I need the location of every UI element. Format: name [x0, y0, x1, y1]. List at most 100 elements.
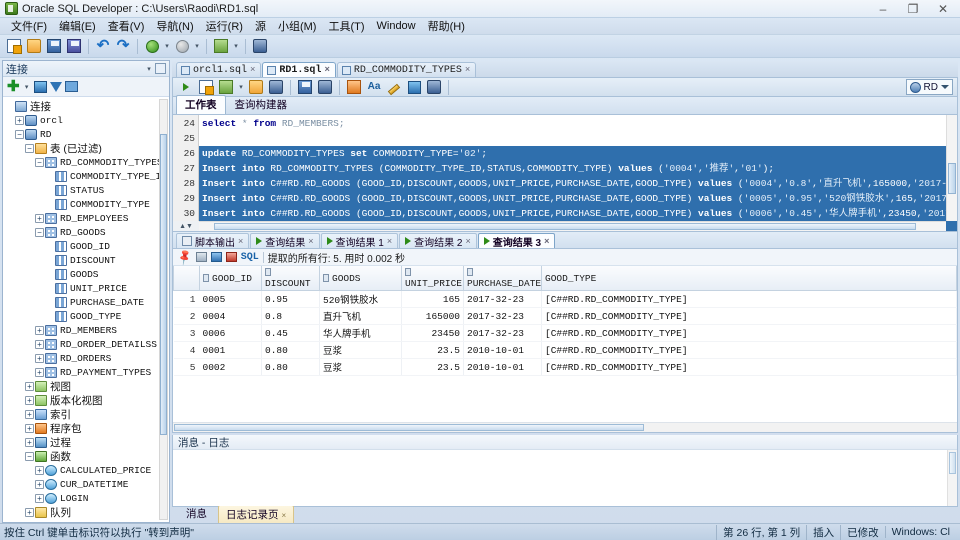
menu-view[interactable]: 查看(V): [102, 17, 151, 35]
collapse-icon[interactable]: −: [25, 143, 34, 153]
editor-scroll-arrows[interactable]: ▲▼: [173, 221, 199, 231]
maximize-button[interactable]: ❐: [898, 0, 928, 17]
table-row[interactable]: 4 0001 0.80 豆浆 23.5 2010-10-01 [C##RD.RD_COMMO…: [173, 341, 957, 359]
connection-selector[interactable]: RD: [905, 79, 953, 95]
tree-item[interactable]: + 索引: [5, 407, 169, 421]
find-button[interactable]: [251, 37, 269, 55]
tree-item[interactable]: + 视图: [5, 379, 169, 393]
explain-plan-caret[interactable]: ▾: [237, 83, 245, 91]
tree-item[interactable]: + RD_PAYMENT_TYPES: [5, 365, 169, 379]
expand-icon[interactable]: +: [15, 115, 24, 125]
tree-item[interactable]: − RD_COMMODITY_TYPES: [5, 155, 169, 169]
close-button[interactable]: ✕: [928, 0, 958, 17]
editor-tab-close-icon[interactable]: ×: [250, 65, 255, 75]
filter-icon[interactable]: [49, 81, 62, 92]
column-header[interactable]: GOOD_ID: [199, 266, 262, 291]
code-line[interactable]: select * from RD_MEMBERS;: [199, 116, 957, 131]
editor-tab-close-icon[interactable]: ×: [465, 65, 470, 75]
tree-item[interactable]: 连接: [5, 99, 169, 113]
cell-goods[interactable]: 豆浆: [319, 358, 402, 376]
tree-item[interactable]: DISCOUNT: [5, 253, 169, 267]
results-tab-close-icon[interactable]: ×: [544, 236, 549, 246]
cell-goods[interactable]: 直升飞机: [319, 307, 402, 325]
expand-icon[interactable]: +: [25, 423, 34, 433]
unshared-worksheet-button[interactable]: [345, 78, 363, 96]
cell-unit-price[interactable]: 23.5: [401, 341, 464, 359]
tree-item[interactable]: + 程序包: [5, 421, 169, 435]
tree-item[interactable]: STATUS: [5, 183, 169, 197]
results-tab[interactable]: 查询结果 1 ×: [320, 233, 399, 249]
expand-icon[interactable]: +: [35, 367, 44, 377]
tree-item[interactable]: − 函数: [5, 449, 169, 463]
code-line[interactable]: Insert into C##RD.RD_GOODS (GOOD_ID,DISC…: [199, 176, 957, 191]
results-tab[interactable]: 脚本输出 ×: [176, 233, 250, 249]
collapse-icon[interactable]: −: [15, 129, 24, 139]
search-button[interactable]: [425, 78, 443, 96]
panel-float-icon[interactable]: [155, 63, 166, 74]
menu-help[interactable]: 帮助(H): [422, 17, 471, 35]
cell-unit-price[interactable]: 165: [401, 290, 464, 308]
export-icon[interactable]: [210, 252, 222, 262]
redo-button[interactable]: ↷: [114, 37, 132, 55]
tree-scrollbar[interactable]: [159, 99, 168, 520]
tree-item[interactable]: − RD_GOODS: [5, 225, 169, 239]
editor-vertical-scrollbar[interactable]: [946, 115, 957, 221]
code-line[interactable]: [199, 131, 957, 146]
stop-icon[interactable]: [225, 252, 237, 262]
results-tab-close-icon[interactable]: ×: [387, 236, 392, 246]
refresh-icon[interactable]: [33, 80, 47, 93]
menu-edit[interactable]: 编辑(E): [53, 17, 102, 35]
rollback-button[interactable]: [316, 78, 334, 96]
column-header[interactable]: GOOD_TYPE: [541, 266, 957, 291]
cell-good-type[interactable]: [C##RD.RD_COMMODITY_TYPE]: [541, 324, 957, 342]
expand-icon[interactable]: +: [25, 381, 34, 391]
tree-item[interactable]: + RD_EMPLOYEES: [5, 211, 169, 225]
cell-good-id[interactable]: 0005: [199, 290, 262, 308]
table-row[interactable]: 5 0002 0.80 豆浆 23.5 2010-10-01 [C##RD.RD_COMMO…: [173, 358, 957, 376]
panel-menu-icon[interactable]: ▾: [145, 65, 153, 73]
code-line[interactable]: Insert into C##RD.RD_GOODS (GOOD_ID,DISC…: [199, 191, 957, 206]
table-row[interactable]: 1 0005 0.95 520钢铁胶水 165 2017-32-23 [C##RD.RD_C…: [173, 290, 957, 308]
expand-icon[interactable]: +: [35, 213, 44, 223]
bottom-tab[interactable]: 消息: [178, 504, 215, 523]
menu-team[interactable]: 小组(M): [272, 17, 323, 35]
editor-tab[interactable]: RD_COMMODITY_TYPES ×: [336, 62, 477, 77]
tree-item[interactable]: + CUR_DATETIME: [5, 477, 169, 491]
code-line[interactable]: Insert into C##RD.RD_GOODS (GOOD_ID,DISC…: [199, 206, 957, 221]
cell-discount[interactable]: 0.95: [261, 290, 320, 308]
execute-statement-button[interactable]: [177, 78, 195, 96]
editor-horizontal-scrollbar[interactable]: [199, 221, 946, 231]
expand-icon[interactable]: +: [25, 395, 34, 405]
results-tab[interactable]: 查询结果 3 ×: [477, 233, 556, 249]
debug-button[interactable]: [212, 37, 230, 55]
cell-good-id[interactable]: 0006: [199, 324, 262, 342]
autotrace-button[interactable]: [247, 78, 265, 96]
tree-item[interactable]: UNIT_PRICE: [5, 281, 169, 295]
step-button[interactable]: [173, 37, 191, 55]
debug-dropdown-caret[interactable]: ▾: [232, 42, 240, 50]
worksheet-tab[interactable]: 查询构建器: [226, 95, 297, 114]
tree-item[interactable]: + 队列: [5, 505, 169, 519]
table-row[interactable]: 2 0004 0.8 直升飞机 165000 2017-32-23 [C##RD.RD_CO…: [173, 307, 957, 325]
table-row[interactable]: 3 0006 0.45 华人牌手机 23450 2017-32-23 [C##RD.RD_C…: [173, 324, 957, 342]
cell-good-type[interactable]: [C##RD.RD_COMMODITY_TYPE]: [541, 290, 957, 308]
run-button[interactable]: [143, 37, 161, 55]
editor-tab[interactable]: orcl1.sql ×: [176, 62, 262, 77]
connection-dropdown-caret[interactable]: [941, 85, 949, 89]
tree-item[interactable]: GOODS: [5, 267, 169, 281]
expand-icon[interactable]: +: [25, 409, 34, 419]
format-button[interactable]: [385, 78, 403, 96]
menu-file[interactable]: 文件(F): [5, 17, 53, 35]
minimize-button[interactable]: –: [868, 0, 898, 17]
cell-purchase-date[interactable]: 2017-32-23: [463, 290, 542, 308]
menu-tools[interactable]: 工具(T): [322, 17, 370, 35]
status-insert-mode[interactable]: 插入: [806, 524, 840, 540]
tree-item[interactable]: + RD_MEMBERS: [5, 323, 169, 337]
tree-item[interactable]: GOOD_ID: [5, 239, 169, 253]
save-button[interactable]: [45, 37, 63, 55]
cell-good-id[interactable]: 0002: [199, 358, 262, 376]
cell-good-id[interactable]: 0001: [199, 341, 262, 359]
menu-source[interactable]: 源: [249, 17, 272, 35]
explain-plan-button[interactable]: [217, 78, 235, 96]
cell-purchase-date[interactable]: 2017-32-23: [463, 307, 542, 325]
